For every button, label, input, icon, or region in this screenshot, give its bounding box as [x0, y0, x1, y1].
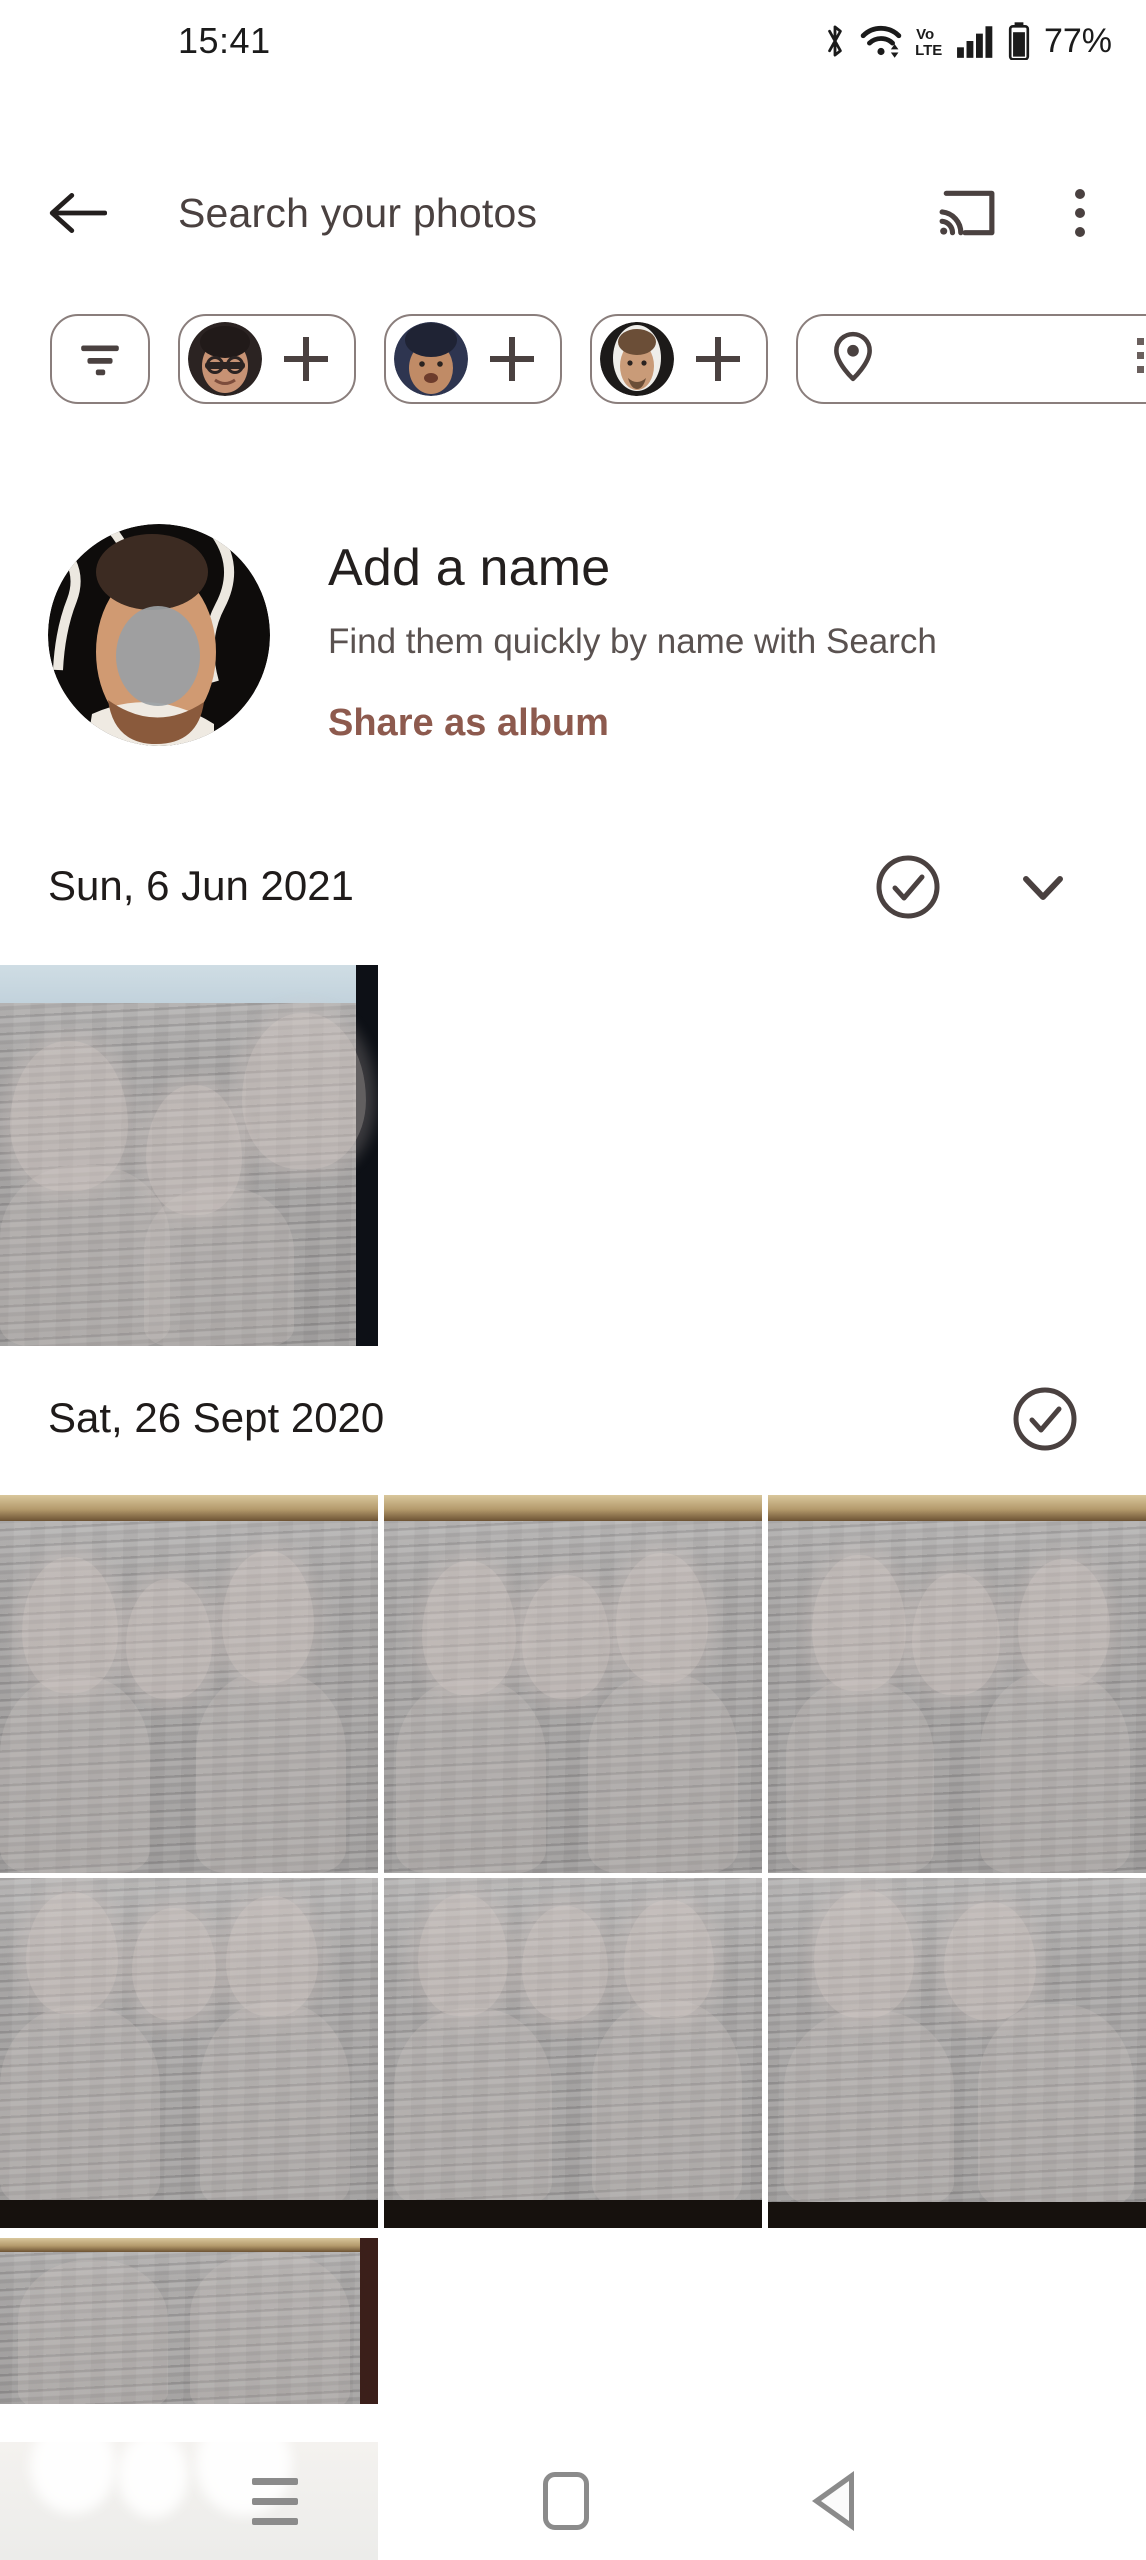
- face-avatar-icon: [600, 322, 674, 396]
- photo-thumbnail[interactable]: [0, 2238, 378, 2404]
- chip-face-3[interactable]: [590, 314, 768, 404]
- photo-thumbnail[interactable]: [0, 1878, 378, 2228]
- avatar[interactable]: [48, 524, 270, 746]
- bluetooth-icon: [822, 22, 848, 60]
- person-card[interactable]: Add a name Find them quickly by name wit…: [0, 512, 1146, 780]
- back-nav-icon[interactable]: [812, 2471, 854, 2531]
- plus-icon[interactable]: [490, 337, 534, 381]
- date-header-section-1: Sat, 26 Sept 2020: [0, 1372, 1146, 1464]
- navigation-bar: [0, 2442, 1146, 2560]
- chip-location[interactable]: [796, 314, 1146, 404]
- battery-percent: 77%: [1043, 21, 1112, 60]
- filter-chip-row[interactable]: [0, 310, 1146, 408]
- cast-icon[interactable]: [936, 182, 998, 244]
- date-label: Sun, 6 Jun 2021: [48, 862, 354, 909]
- svg-text:Vo: Vo: [916, 26, 934, 43]
- status-bar: 15:41 Vo LTE 77%: [0, 0, 1146, 82]
- back-arrow-icon[interactable]: [46, 182, 108, 244]
- volte-icon: Vo LTE: [914, 22, 944, 60]
- search-input[interactable]: Search your photos: [178, 190, 537, 237]
- search-bar: Search your photos: [0, 148, 1146, 278]
- chip-face-2[interactable]: [384, 314, 562, 404]
- plus-icon[interactable]: [696, 337, 740, 381]
- plus-icon[interactable]: [284, 337, 328, 381]
- photo-thumbnail[interactable]: [768, 1878, 1146, 2228]
- recents-icon[interactable]: [252, 2477, 298, 2525]
- tune-filter-icon: [77, 335, 123, 384]
- photo-thumbnail[interactable]: [384, 1495, 762, 1873]
- check-circle-icon[interactable]: [875, 854, 941, 920]
- photo-thumbnail[interactable]: [384, 1878, 762, 2228]
- svg-text:LTE: LTE: [915, 42, 942, 59]
- person-card-subtitle: Find them quickly by name with Search: [328, 622, 937, 661]
- chip-face-1[interactable]: [178, 314, 356, 404]
- overflow-menu-icon[interactable]: [1052, 182, 1108, 244]
- photo-thumbnail-behind-nav[interactable]: [0, 2442, 378, 2560]
- date-label: Sat, 26 Sept 2020: [48, 1394, 385, 1441]
- signal-icon: [956, 22, 996, 60]
- photo-thumbnail[interactable]: [768, 1495, 1146, 1873]
- location-pin-icon: [832, 331, 874, 388]
- battery-icon: [1008, 22, 1030, 60]
- chip-row-overflow-indicator: [1137, 338, 1144, 373]
- share-as-album-link[interactable]: Share as album: [328, 702, 609, 745]
- photo-thumbnail[interactable]: [0, 1495, 378, 1873]
- face-avatar-icon: [188, 322, 262, 396]
- chip-filter[interactable]: [50, 314, 150, 404]
- status-icons: Vo LTE 77%: [822, 22, 1112, 61]
- wifi-icon: [860, 22, 902, 60]
- face-avatar-icon: [394, 322, 468, 396]
- status-time: 15:41: [178, 20, 271, 61]
- check-circle-icon[interactable]: [1012, 1386, 1078, 1452]
- page-title[interactable]: Add a name: [328, 538, 610, 598]
- home-icon[interactable]: [543, 2472, 589, 2530]
- date-header-section-0: Sun, 6 Jun 2021: [0, 840, 1146, 932]
- chevron-down-icon[interactable]: [1012, 856, 1074, 918]
- photo-thumbnail[interactable]: [0, 965, 378, 1346]
